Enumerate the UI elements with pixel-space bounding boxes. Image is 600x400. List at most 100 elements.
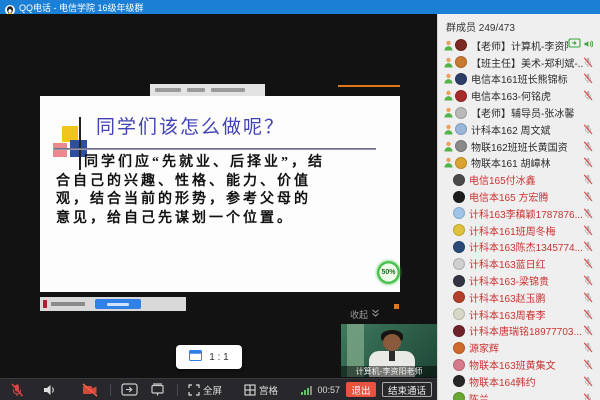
member-count-header: 群成员 249/473 — [438, 14, 600, 37]
member-row[interactable]: 【老师】计算机-李资阳4... — [438, 37, 600, 54]
slide-body-line: 合自己的兴趣、性格、能力、价值 — [56, 173, 390, 192]
shared-screen-stage: 同学们该怎么做呢？ 同学们应“先就业、后择业”，结 合自己的兴趣、性格、能力、价… — [0, 14, 437, 400]
grid-view-label: 宫格 — [259, 383, 278, 397]
member-row[interactable]: 计科本唐瑞铭18977703... — [438, 323, 600, 340]
member-row[interactable]: 电信本161班长熊锦标 — [438, 71, 600, 88]
call-toolbar: 全屏 宫格 00:57 退出 结束通话 — [0, 378, 437, 400]
member-right-icons — [583, 208, 600, 219]
member-right-icons — [583, 124, 600, 135]
member-row[interactable]: 计科本163-梁锦贵 — [438, 272, 600, 289]
member-row[interactable]: 计科本163蓝日红 — [438, 255, 600, 272]
member-name: 计科163李稹颖1787876... — [469, 206, 583, 221]
qq-call-window: QQ电话 - 电信学院 16级年级群 同学们该怎么做呢？ 同学们应“先就业、后择… — [0, 0, 600, 400]
member-row[interactable]: 物联本164韩约 — [438, 373, 600, 390]
member-row[interactable]: 电信165付冰鑫 — [438, 171, 600, 188]
member-row[interactable]: 物联本163班黄集文 — [438, 356, 600, 373]
member-row[interactable]: 物联本161 胡嶂林 — [438, 155, 600, 172]
member-row[interactable]: 【班主任】美术-郑利斌-... — [438, 54, 600, 71]
person-status-icon — [444, 40, 455, 51]
muted-mic-icon — [583, 359, 593, 370]
camera-muted-button[interactable] — [82, 383, 98, 397]
presenter-video-thumbnail[interactable]: 计算机-李资阳老师 — [341, 324, 437, 377]
muted-mic-icon — [583, 241, 593, 252]
muted-mic-icon — [583, 208, 593, 219]
person-status-icon — [444, 57, 455, 68]
muted-mic-icon — [583, 157, 593, 168]
member-row[interactable]: 计科本163赵玉鹏 — [438, 289, 600, 306]
member-name: 【班主任】美术-郑利斌-... — [471, 55, 583, 70]
member-row[interactable]: 【老师】辅导员-张冰馨 — [438, 104, 600, 121]
zoom-level-badge[interactable]: 50% — [377, 261, 400, 284]
grid-view-button[interactable]: 宫格 — [244, 383, 278, 397]
avatar — [453, 308, 465, 320]
avatar — [453, 174, 465, 186]
member-name: 物联162班班长黄国资 — [471, 139, 583, 154]
window-ratio-icon — [189, 350, 202, 364]
avatar — [455, 39, 467, 51]
whiteboard-button[interactable] — [150, 383, 165, 396]
member-row[interactable]: 计科本163周春李 — [438, 306, 600, 323]
member-right-icons — [583, 225, 600, 236]
member-name: 计科本163蓝日红 — [469, 256, 583, 271]
avatar — [453, 275, 465, 287]
member-name: 源家辉 — [469, 340, 583, 355]
exit-button[interactable]: 退出 — [346, 382, 376, 397]
slide-divider-line — [54, 148, 376, 150]
member-name: 计科本161班周冬梅 — [469, 223, 583, 238]
avatar — [453, 207, 465, 219]
collapse-videos-button[interactable]: 收起 — [350, 308, 380, 321]
person-status-icon — [444, 124, 455, 135]
member-right-icons — [568, 36, 600, 54]
member-row[interactable]: 计科本161班周冬梅 — [438, 222, 600, 239]
avatar — [453, 258, 465, 270]
member-name: 计科本唐瑞铭18977703... — [469, 323, 583, 338]
muted-mic-icon — [583, 376, 593, 387]
muted-mic-icon — [583, 258, 593, 269]
fullscreen-button[interactable]: 全屏 — [188, 383, 222, 397]
member-right-icons — [583, 275, 600, 286]
member-row[interactable]: 陈兰 — [438, 390, 600, 400]
member-row[interactable]: 电信本163-何铭虎 — [438, 87, 600, 104]
member-panel: 群成员 249/473 【老师】计算机-李资阳4... — [437, 14, 600, 400]
member-row[interactable]: 源家辉 — [438, 339, 600, 356]
slide-body-line: 观，结合当前的形势，参考父母的 — [56, 191, 390, 210]
avatar — [455, 73, 467, 85]
speaking-audio-icon — [583, 36, 593, 54]
screen-share-button[interactable] — [121, 383, 138, 396]
speaker-button[interactable] — [42, 383, 56, 397]
shared-app-mini-toolbar — [150, 84, 265, 96]
member-right-icons — [583, 325, 600, 336]
member-name: 计科本163周春李 — [469, 307, 583, 322]
member-name: 计科本163-梁锦贵 — [469, 273, 583, 288]
member-row[interactable]: 计科163李稹颖1787876... — [438, 205, 600, 222]
member-right-icons — [583, 258, 600, 269]
member-right-icons — [583, 376, 600, 387]
ratio-1-1-button[interactable]: 1 : 1 — [176, 345, 242, 369]
member-row[interactable]: 电信本165 方宏腾 — [438, 188, 600, 205]
member-row[interactable]: 计科本162 周文斌 — [438, 121, 600, 138]
avatar — [453, 342, 465, 354]
member-right-icons — [583, 359, 600, 370]
end-call-button[interactable]: 结束通话 — [382, 382, 432, 397]
member-row[interactable]: 计科本163陈杰1345774... — [438, 239, 600, 256]
muted-mic-icon — [583, 90, 593, 101]
avatar — [455, 140, 467, 152]
avatar — [453, 375, 465, 387]
muted-mic-icon — [583, 57, 593, 68]
muted-mic-icon — [583, 292, 593, 303]
muted-mic-icon — [583, 141, 593, 152]
muted-mic-icon — [583, 73, 593, 84]
share-border-indicator — [338, 85, 400, 87]
collapse-label: 收起 — [350, 308, 368, 321]
member-row[interactable]: 物联162班班长黄国资 — [438, 138, 600, 155]
member-name: 物联本164韩约 — [469, 374, 583, 389]
muted-mic-icon — [583, 191, 593, 202]
microphone-muted-button[interactable] — [10, 383, 24, 397]
member-name: 物联本161 胡嶂林 — [471, 155, 583, 170]
member-right-icons — [583, 73, 600, 84]
member-right-icons — [583, 191, 600, 202]
window-title: QQ电话 - 电信学院 16级年级群 — [19, 1, 144, 14]
member-name: 陈兰 — [469, 391, 583, 400]
avatar — [455, 157, 467, 169]
member-right-icons — [583, 141, 600, 152]
